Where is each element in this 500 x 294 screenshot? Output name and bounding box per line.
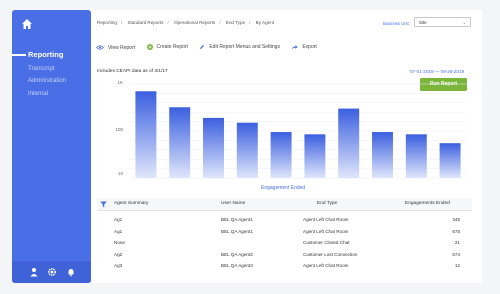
agent-cell: Ag2 bbox=[114, 252, 123, 257]
sidebar-item-reporting[interactable]: Reporting bbox=[28, 50, 63, 59]
chart-bar[interactable] bbox=[304, 134, 326, 178]
count-cell: 21 bbox=[454, 240, 460, 245]
chart-bar[interactable] bbox=[169, 107, 191, 178]
end-type-cell: Agent Left Chat Room bbox=[303, 217, 349, 222]
column-header[interactable]: Engagements Ended bbox=[405, 198, 450, 210]
y-tick-label: 10 bbox=[117, 171, 123, 176]
chart-bar[interactable] bbox=[405, 134, 427, 178]
edit-menus-button[interactable]: Edit Report Menus and Settings bbox=[199, 44, 280, 50]
table-row[interactable]: None Customer Closed Chat 21 bbox=[97, 238, 472, 249]
sidebar-item-internal[interactable]: Internal bbox=[28, 91, 48, 97]
agent-cell: Ag1 bbox=[114, 229, 123, 234]
filter-icon[interactable] bbox=[100, 201, 107, 208]
view-report-label: View Report bbox=[108, 44, 136, 51]
column-header[interactable]: Agent Summary bbox=[114, 198, 148, 210]
user-cell: BEL QA Agent2 bbox=[221, 252, 253, 257]
x-axis-label: Engagement Ended bbox=[261, 185, 306, 191]
end-type-cell: Customer Lost Connection bbox=[303, 252, 358, 257]
bell-icon[interactable] bbox=[66, 267, 76, 277]
end-type-cell: Agent Left Chat Room bbox=[303, 263, 349, 268]
report-toolbar: View Report Create Report Edit Report Me… bbox=[96, 44, 327, 54]
main-panel: Reporting / Standard Reports / Operational… bbox=[91, 10, 482, 283]
sidebar: Reporting Transcript Administration Inte… bbox=[12, 10, 91, 283]
eye-icon bbox=[96, 45, 104, 50]
user-cell: BEL QA Agent1 bbox=[221, 229, 253, 234]
agent-cell: Ag1 bbox=[114, 217, 123, 222]
business-unit-select[interactable]: Site ⌄ bbox=[414, 17, 471, 27]
chart-bar[interactable] bbox=[338, 108, 360, 178]
business-unit-value: Site bbox=[419, 20, 427, 25]
export-label: Export bbox=[302, 44, 317, 50]
sidebar-footer bbox=[12, 261, 91, 283]
sidebar-item-administration[interactable]: Administration bbox=[28, 78, 66, 84]
home-icon[interactable] bbox=[21, 18, 33, 30]
agent-cell: None bbox=[114, 240, 125, 245]
share-icon bbox=[291, 45, 298, 50]
breadcrumb-item[interactable]: End Type bbox=[226, 20, 245, 25]
chart-bar[interactable] bbox=[236, 122, 258, 178]
agent-cell: Ag3 bbox=[114, 263, 123, 268]
y-tick-label: 1K bbox=[117, 80, 123, 85]
count-cell: 12 bbox=[454, 263, 460, 268]
chart-bar[interactable] bbox=[372, 132, 393, 178]
count-cell: 675 bbox=[452, 229, 460, 234]
chart-bar[interactable] bbox=[270, 132, 292, 178]
column-header[interactable]: User Name bbox=[221, 198, 245, 210]
create-report-label: Create Report bbox=[156, 44, 188, 50]
user-cell: BEL QA Agent1 bbox=[221, 217, 253, 222]
data-freshness-note: Includes CEAPI data as of 3/1/17 bbox=[97, 69, 168, 74]
chart-bar[interactable] bbox=[135, 91, 157, 178]
sidebar-item-transcript[interactable]: Transcript bbox=[28, 66, 54, 72]
breadcrumb-item: By Agent bbox=[255, 20, 275, 25]
export-button[interactable]: Export bbox=[291, 44, 317, 50]
business-unit-label: Business Unit: bbox=[383, 21, 410, 26]
breadcrumb: Reporting / Standard Reports / Operational… bbox=[97, 20, 275, 25]
app-window: Reporting Transcript Administration Inte… bbox=[2, 2, 498, 285]
breadcrumb-item[interactable]: Reporting bbox=[97, 20, 117, 25]
user-icon[interactable] bbox=[29, 267, 39, 277]
count-cell: 674 bbox=[452, 252, 460, 257]
active-indicator bbox=[12, 54, 26, 56]
engagement-chart bbox=[129, 83, 467, 179]
table-row[interactable]: Ag1 BEL QA Agent1 Agent Left Chat Room 3… bbox=[97, 215, 472, 226]
user-cell: BEL QA Agent3 bbox=[221, 263, 253, 268]
table-row[interactable]: Ag3 BEL QA Agent3 Agent Left Chat Room 1… bbox=[97, 261, 472, 272]
y-tick-label: 100 bbox=[115, 127, 123, 132]
end-type-cell: Customer Closed Chat bbox=[303, 240, 350, 245]
view-report-button[interactable]: View Report bbox=[96, 45, 135, 51]
chevron-down-icon: ⌄ bbox=[462, 20, 466, 25]
end-type-cell: Agent Left Chat Room bbox=[303, 229, 349, 234]
count-cell: 345 bbox=[452, 217, 460, 222]
plus-circle-icon bbox=[146, 44, 153, 50]
breadcrumb-item[interactable]: Operational Reports bbox=[174, 20, 215, 25]
column-header[interactable]: End Type bbox=[317, 198, 337, 210]
breadcrumb-item[interactable]: Standard Reports bbox=[127, 20, 163, 25]
date-range[interactable]: 07-01-2019 — 09-26-2019 bbox=[410, 69, 464, 74]
table-row[interactable]: Ag1 BEL QA Agent1 Agent Left Chat Room 6… bbox=[97, 227, 472, 238]
pencil-icon bbox=[200, 44, 205, 49]
chart-bar[interactable] bbox=[439, 143, 461, 178]
edit-menus-label: Edit Report Menus and Settings bbox=[209, 44, 280, 50]
create-report-button[interactable]: Create Report bbox=[146, 44, 188, 50]
chart-bar[interactable] bbox=[203, 117, 224, 178]
gear-icon[interactable] bbox=[47, 267, 57, 277]
table-row[interactable]: Ag2 BEL QA Agent2 Customer Lost Connecti… bbox=[97, 250, 472, 261]
